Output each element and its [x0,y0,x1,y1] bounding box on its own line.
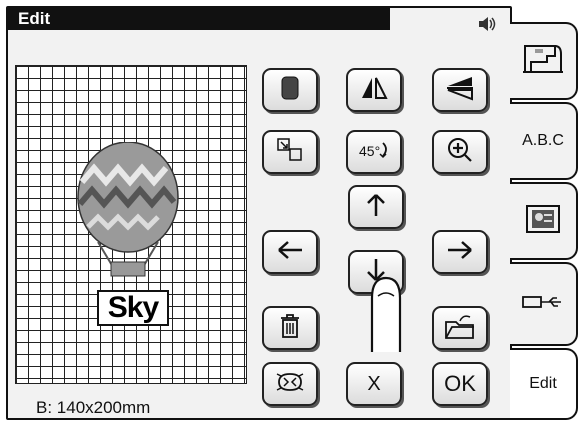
zoom-icon [446,136,474,169]
resize-icon [276,137,304,168]
rotate-45-icon: 45° [357,137,391,168]
design-text-sky[interactable]: Sky [97,290,169,326]
tab-sewing-machine[interactable] [510,22,578,100]
arrow-left-icon [276,239,304,266]
tab-usb[interactable] [510,262,578,346]
svg-text:45°: 45° [359,143,380,159]
arrow-right-icon [446,239,474,266]
move-up-button[interactable] [348,185,404,229]
ok-button[interactable]: OK [432,362,488,406]
tab-edit[interactable]: Edit [510,348,578,420]
density-icon [279,75,301,106]
size-info: B: 140x200mm [36,398,151,417]
cancel-label: X [367,372,381,395]
mirror-horizontal-button[interactable] [346,68,402,112]
move-left-button[interactable] [262,230,318,274]
cancel-button[interactable]: X [346,362,402,406]
tab-abc[interactable]: A.B.C [510,102,578,180]
ok-label: OK [444,371,476,396]
speaker-icon[interactable] [476,14,496,39]
title-bar: Edit [8,8,390,30]
tab-abc-label: A.B.C [522,132,564,149]
open-folder-icon [444,312,476,345]
move-right-button[interactable] [432,230,488,274]
zoom-button[interactable] [432,130,488,174]
mirror-vertical-icon [445,73,475,108]
rotate-45-button[interactable]: 45° [346,130,402,174]
tab-memory[interactable] [510,182,578,260]
mirror-horizontal-icon [359,75,389,106]
arrow-up-icon [365,192,387,223]
tab-edit-label: Edit [529,375,557,392]
memory-card-icon [524,203,562,240]
usb-icon [521,292,565,317]
density-button[interactable] [262,68,318,112]
resize-button[interactable] [262,130,318,174]
touch-pointer [366,270,406,359]
sewing-machine-icon [521,40,565,83]
thread-color-button[interactable] [262,362,318,406]
balloon-design[interactable] [68,141,188,287]
thread-color-icon [275,370,305,399]
page-title: Edit [18,9,51,28]
delete-button[interactable] [262,306,318,350]
mirror-vertical-button[interactable] [432,68,488,112]
open-folder-button[interactable] [432,306,488,350]
delete-icon [279,313,301,344]
